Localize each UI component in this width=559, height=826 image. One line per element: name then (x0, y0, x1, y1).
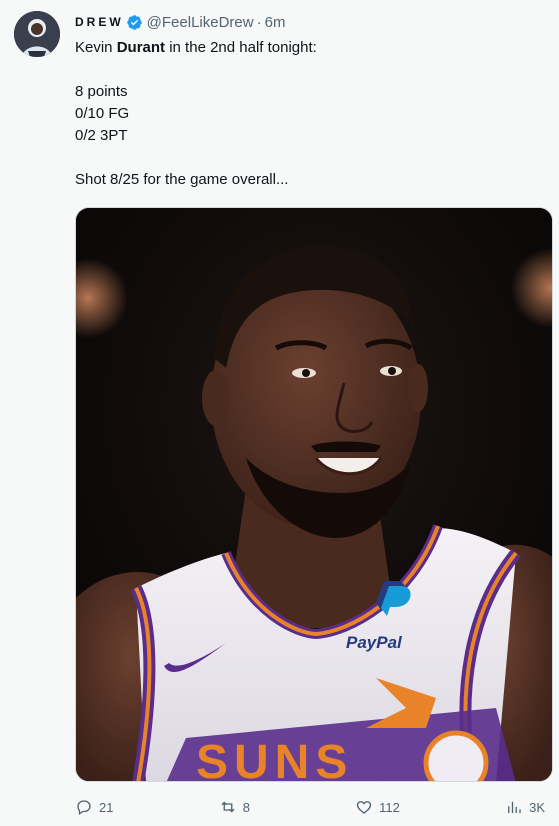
separator-dot: · (256, 13, 262, 31)
stat-fg: 0/10 FG (75, 105, 130, 122)
stat-summary: Shot 8/25 for the game overall... (75, 171, 289, 188)
tweet-actions: 21 8 112 3K (75, 795, 545, 819)
views-button[interactable]: 3K (505, 798, 545, 816)
views-icon (508, 801, 521, 813)
repost-icon (221, 801, 235, 813)
user-handle[interactable]: @FeelLikeDrew (147, 14, 254, 31)
avatar[interactable] (14, 11, 60, 57)
timestamp[interactable]: 6m (265, 14, 286, 31)
like-count: 112 (379, 799, 400, 815)
jersey-text: SUNS (196, 736, 353, 782)
repost-button[interactable]: 8 (219, 798, 250, 816)
jersey-sponsor-text: PayPal (346, 633, 403, 652)
tweet-header: DREW @FeelLikeDrew · 6m (75, 12, 285, 32)
bold-name: Durant (116, 39, 166, 56)
reply-button[interactable]: 21 (75, 798, 113, 816)
tweet-text: Kevin Durant in the 2nd half tonight: 8 … (75, 37, 545, 191)
tweet-card[interactable]: DREW @FeelLikeDrew · 6m Kevin Durant in … (0, 0, 559, 826)
heart-icon (357, 801, 372, 814)
reply-count: 21 (99, 799, 114, 815)
tweet-photo[interactable]: PayPal SUNS (75, 207, 553, 782)
repost-count: 8 (242, 799, 250, 815)
verified-badge-icon (126, 14, 142, 30)
views-count: 3K (529, 799, 545, 815)
reply-icon (77, 800, 91, 816)
stat-points: 8 points (75, 83, 128, 100)
avatar-image (14, 11, 60, 57)
stat-3pt: 0/2 3PT (75, 127, 128, 144)
player-photo: PayPal SUNS (76, 208, 552, 782)
like-button[interactable]: 112 (355, 798, 400, 816)
tweet-line-1: Kevin Durant in the 2nd half tonight: (75, 39, 317, 56)
display-name[interactable]: DREW (75, 15, 124, 29)
